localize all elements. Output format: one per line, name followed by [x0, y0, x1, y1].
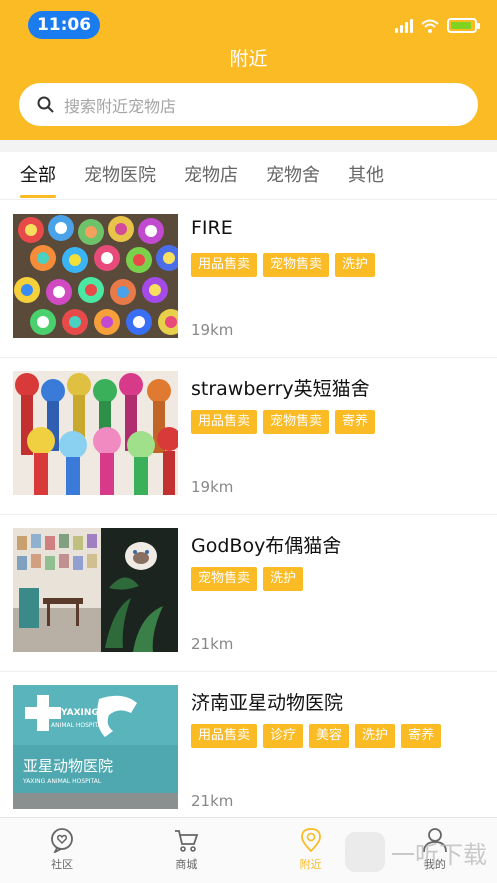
- store-list: FIRE 用品售卖 宠物售卖 洗护 19km strawberry英短猫舍 用品…: [0, 201, 497, 829]
- divider: [0, 140, 497, 152]
- tabbar-community[interactable]: 社区: [0, 818, 124, 883]
- battery-icon: [447, 18, 480, 33]
- store-distance: 19km: [191, 321, 234, 339]
- store-tag: 诊疗: [263, 724, 304, 748]
- tab-pet-hospital[interactable]: 宠物医院: [84, 152, 156, 200]
- search-input[interactable]: 搜索附近宠物店: [19, 83, 478, 126]
- store-tag: 用品售卖: [191, 410, 258, 434]
- list-item[interactable]: FIRE 用品售卖 宠物售卖 洗护 19km: [0, 201, 497, 358]
- store-distance: 19km: [191, 478, 234, 496]
- hospital-sign-en: YAXING ANIMAL HOSPITAL: [22, 778, 102, 785]
- store-photo: [13, 528, 178, 652]
- signal-icon: [395, 18, 413, 33]
- store-tag: 宠物售卖: [263, 410, 330, 434]
- store-name: 济南亚星动物医院: [191, 692, 344, 714]
- tab-other[interactable]: 其他: [348, 152, 384, 200]
- location-icon: [300, 828, 321, 853]
- watermark: 一听下载: [345, 832, 487, 872]
- tabbar-mall[interactable]: 商城: [124, 818, 248, 883]
- store-tag: 宠物售卖: [191, 567, 258, 591]
- cart-icon: [175, 830, 199, 852]
- watermark-logo-icon: [345, 832, 385, 872]
- wifi-icon: [421, 19, 439, 33]
- store-photo: [13, 371, 178, 495]
- hospital-sign-line2: ANIMAL HOSPITAL: [51, 722, 106, 729]
- watermark-text: 一听下载: [391, 840, 487, 869]
- store-name: strawberry英短猫舍: [191, 378, 370, 400]
- store-tag: 用品售卖: [191, 253, 258, 277]
- search-icon: [37, 96, 54, 113]
- tab-all[interactable]: 全部: [20, 152, 56, 200]
- store-name: FIRE: [191, 217, 233, 239]
- list-item[interactable]: YAXING ANIMAL HOSPITAL 亚星动物医院 YAXING ANI…: [0, 672, 497, 829]
- tab-pet-store[interactable]: 宠物店: [184, 152, 238, 200]
- tabbar-label: 商城: [175, 858, 198, 871]
- store-tags: 用品售卖 宠物售卖 寄养: [191, 410, 376, 434]
- store-tags: 用品售卖 诊疗 美容 洗护 寄养: [191, 724, 442, 748]
- store-distance: 21km: [191, 635, 234, 653]
- hospital-sign-line1: YAXING: [60, 708, 99, 718]
- store-tag: 寄养: [335, 410, 376, 434]
- page-title: 附近: [229, 48, 268, 70]
- store-distance: 21km: [191, 792, 234, 810]
- category-tabs: 全部 宠物医院 宠物店 宠物舍 其他: [0, 152, 497, 200]
- search-placeholder: 搜索附近宠物店: [64, 96, 177, 116]
- community-icon: [51, 828, 74, 853]
- header-bar: 11:06 附近 搜索附近宠物店: [0, 0, 497, 140]
- store-tag: 宠物售卖: [263, 253, 330, 277]
- tab-pet-house[interactable]: 宠物舍: [266, 152, 320, 200]
- store-tag: 洗护: [335, 253, 376, 277]
- tabbar-label: 附近: [299, 858, 322, 871]
- store-tag: 洗护: [263, 567, 304, 591]
- list-item[interactable]: GodBoy布偶猫舍 宠物售卖 洗护 21km: [0, 515, 497, 672]
- status-time: 11:06: [28, 11, 100, 39]
- store-tags: 宠物售卖 洗护: [191, 567, 304, 591]
- store-tag: 寄养: [401, 724, 442, 748]
- store-photo: [13, 214, 178, 338]
- list-item[interactable]: strawberry英短猫舍 用品售卖 宠物售卖 寄养 19km: [0, 358, 497, 515]
- status-icons: [395, 18, 480, 33]
- tabbar-label: 社区: [51, 858, 74, 871]
- store-tag: 美容: [309, 724, 350, 748]
- store-tag: 洗护: [355, 724, 396, 748]
- hospital-sign-cn: 亚星动物医院: [23, 757, 113, 775]
- store-tags: 用品售卖 宠物售卖 洗护: [191, 253, 376, 277]
- store-photo: YAXING ANIMAL HOSPITAL 亚星动物医院 YAXING ANI…: [13, 685, 178, 809]
- store-tag: 用品售卖: [191, 724, 258, 748]
- store-name: GodBoy布偶猫舍: [191, 535, 342, 557]
